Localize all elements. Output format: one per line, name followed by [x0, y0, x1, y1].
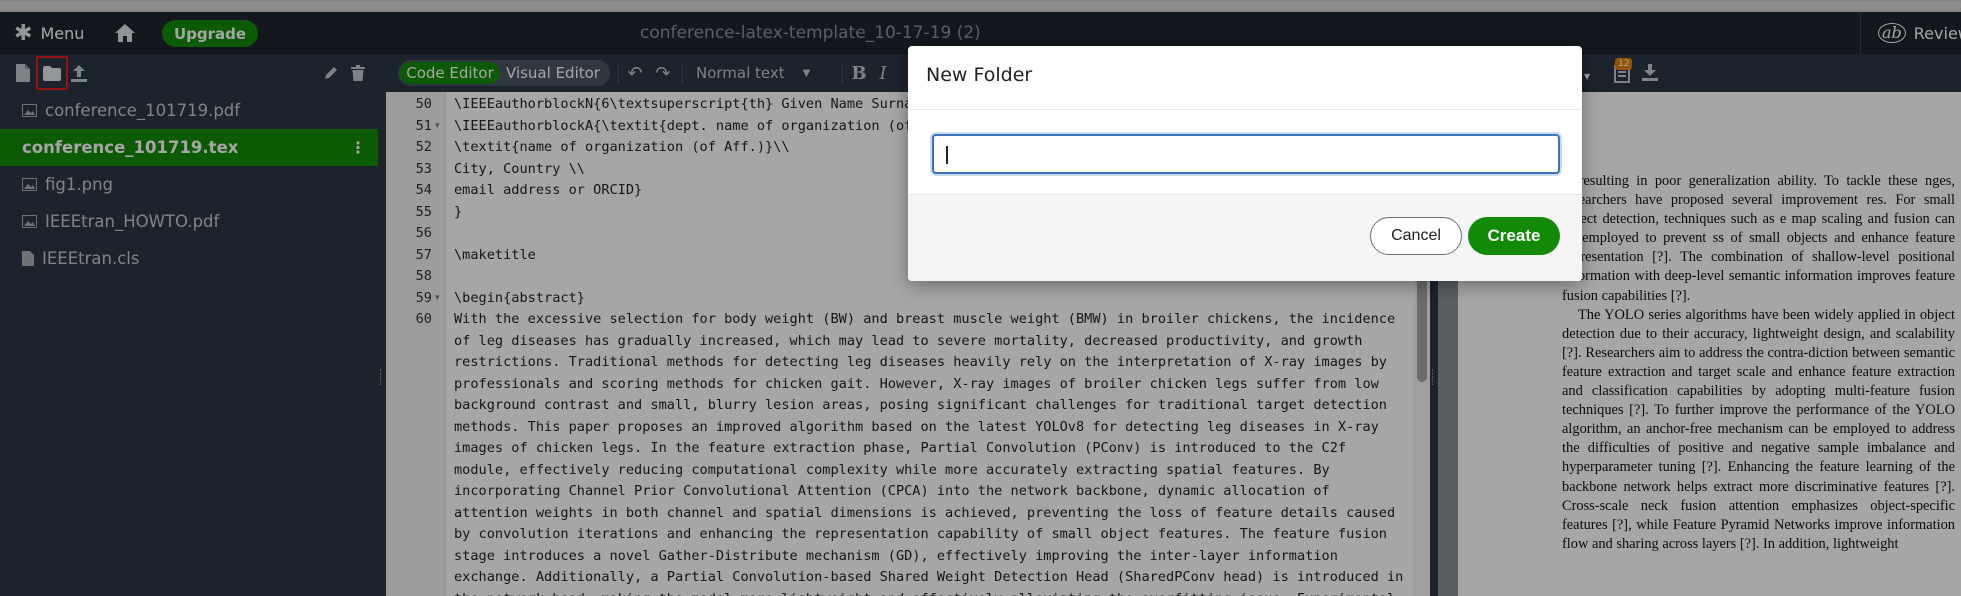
folder-name-input[interactable] [932, 134, 1560, 174]
text-cursor [946, 146, 948, 164]
dialog-footer: Cancel Create [908, 194, 1582, 281]
dialog-title: New Folder [926, 64, 1033, 86]
dialog-header: New Folder [908, 46, 1582, 110]
create-button[interactable]: Create [1468, 217, 1560, 255]
new-folder-dialog: New Folder Cancel Create [908, 46, 1582, 281]
dialog-body [908, 110, 1582, 194]
cancel-button[interactable]: Cancel [1370, 217, 1462, 255]
